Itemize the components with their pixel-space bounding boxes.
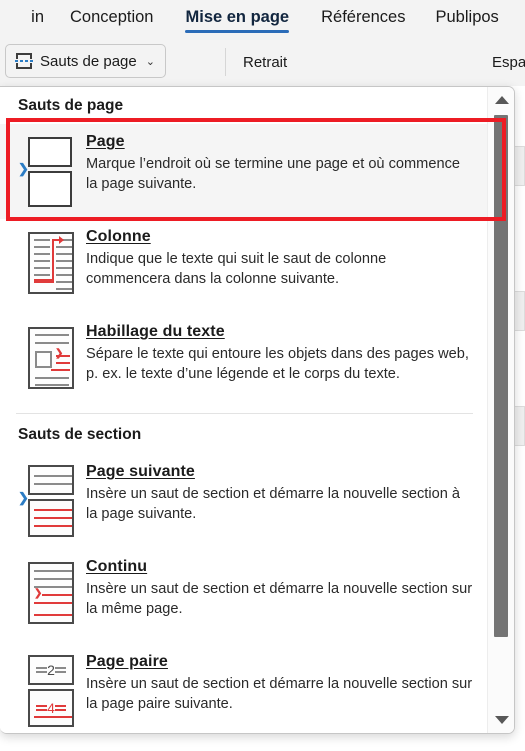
ribbon-tab-publipostage-partial[interactable]: Publipos	[436, 0, 499, 31]
menu-item-colonne[interactable]: Colonne Indique que le texte qui suit le…	[0, 219, 487, 314]
tab-label: Mise en page	[185, 8, 290, 26]
group-header-sauts-de-page: Sauts de page	[18, 97, 124, 114]
menu-item-desc-page: Marque l’endroit où se termine une page …	[86, 156, 460, 192]
menu-item-continu[interactable]: ❯ Continu Insère un saut de section et d…	[0, 549, 487, 644]
page-breaks-button-label: Sauts de page	[40, 52, 137, 70]
ribbon-divider	[225, 48, 226, 76]
menu-item-desc-continu: Insère un saut de section et démarre la …	[86, 581, 473, 617]
tab-label: Références	[321, 8, 406, 26]
menu-item-habillage-du-texte[interactable]: ❯ Habillage du texte Sépare le texte qui…	[0, 314, 487, 409]
continuous-section-icon: ❯	[18, 560, 80, 634]
tab-label: Publipos	[435, 8, 499, 26]
menu-item-page-suivante[interactable]: ❯ Page suivante Insère un saut de sectio…	[0, 454, 487, 549]
page-breaks-button[interactable]: Sauts de page ⌄	[5, 44, 166, 78]
scroll-down-arrow-icon[interactable]	[488, 707, 514, 733]
ribbon-tab-mise-en-page[interactable]: Mise en page	[185, 0, 290, 33]
menu-scroll-area: Sauts de page ❯ Page Marque l’endroit où…	[0, 87, 487, 733]
page-break-icon	[15, 52, 33, 70]
menu-item-title-colonne: Colonne	[86, 228, 151, 245]
page-breaks-dropdown-menu: Sauts de page ❯ Page Marque l’endroit où…	[0, 86, 515, 734]
ribbon-tab-accueil-partial[interactable]: in	[0, 0, 48, 31]
page-break-icon: ❯	[18, 135, 80, 209]
menu-item-page[interactable]: ❯ Page Marque l’endroit où se termine un…	[0, 124, 487, 219]
menu-item-desc-page-suivante: Insère un saut de section et démarre la …	[86, 486, 460, 522]
menu-scrollbar[interactable]	[487, 87, 514, 733]
ribbon-group-label-espacement: Espac	[492, 54, 525, 71]
menu-item-page-paire[interactable]: 2 4 Page paire Insère un saut de section…	[0, 644, 487, 733]
ribbon-tab-bar: in Conception Mise en page Références Pu…	[0, 0, 525, 40]
menu-item-title-page: Page	[86, 133, 125, 150]
group-header-sauts-de-section: Sauts de section	[18, 426, 142, 443]
ribbon-tab-references[interactable]: Références	[321, 0, 405, 31]
scrollbar-thumb[interactable]	[494, 115, 508, 637]
even-page-section-icon: 2 4	[18, 655, 80, 729]
tab-label: Conception	[70, 8, 154, 26]
menu-item-text: Page suivante Insère un saut de section …	[80, 463, 473, 524]
menu-item-title-continu: Continu	[86, 558, 148, 575]
menu-item-text: Habillage du texte Sépare le texte qui e…	[80, 323, 473, 384]
ribbon-strip: Sauts de page ⌄ Retrait Espac	[0, 40, 525, 86]
menu-item-desc-page-paire: Insère un saut de section et démarre la …	[86, 676, 473, 712]
menu-item-text: Continu Insère un saut de section et dém…	[80, 558, 473, 619]
text-wrapping-break-icon: ❯	[18, 325, 80, 399]
ribbon-group-label-retrait: Retrait	[243, 54, 288, 71]
menu-item-desc-colonne: Indique que le texte qui suit le saut de…	[86, 251, 387, 287]
menu-item-text: Page paire Insère un saut de section et …	[80, 653, 473, 714]
screen: in Conception Mise en page Références Pu…	[0, 0, 525, 751]
menu-item-title-page-paire: Page paire	[86, 653, 168, 670]
next-page-section-icon: ❯	[18, 465, 80, 539]
ribbon-tab-conception[interactable]: Conception	[70, 0, 153, 31]
active-tab-underline	[185, 30, 290, 33]
menu-item-title-page-suivante: Page suivante	[86, 463, 195, 480]
chevron-down-icon: ⌄	[145, 55, 155, 68]
tab-label: in	[31, 8, 44, 26]
menu-item-text: Page Marque l’endroit où se termine une …	[80, 133, 473, 194]
menu-item-desc-habillage: Sépare le texte qui entoure les objets d…	[86, 346, 469, 382]
column-break-icon	[18, 230, 80, 304]
menu-item-title-habillage: Habillage du texte	[86, 323, 225, 340]
menu-item-text: Colonne Indique que le texte qui suit le…	[80, 228, 473, 289]
scroll-up-arrow-icon[interactable]	[488, 87, 514, 113]
